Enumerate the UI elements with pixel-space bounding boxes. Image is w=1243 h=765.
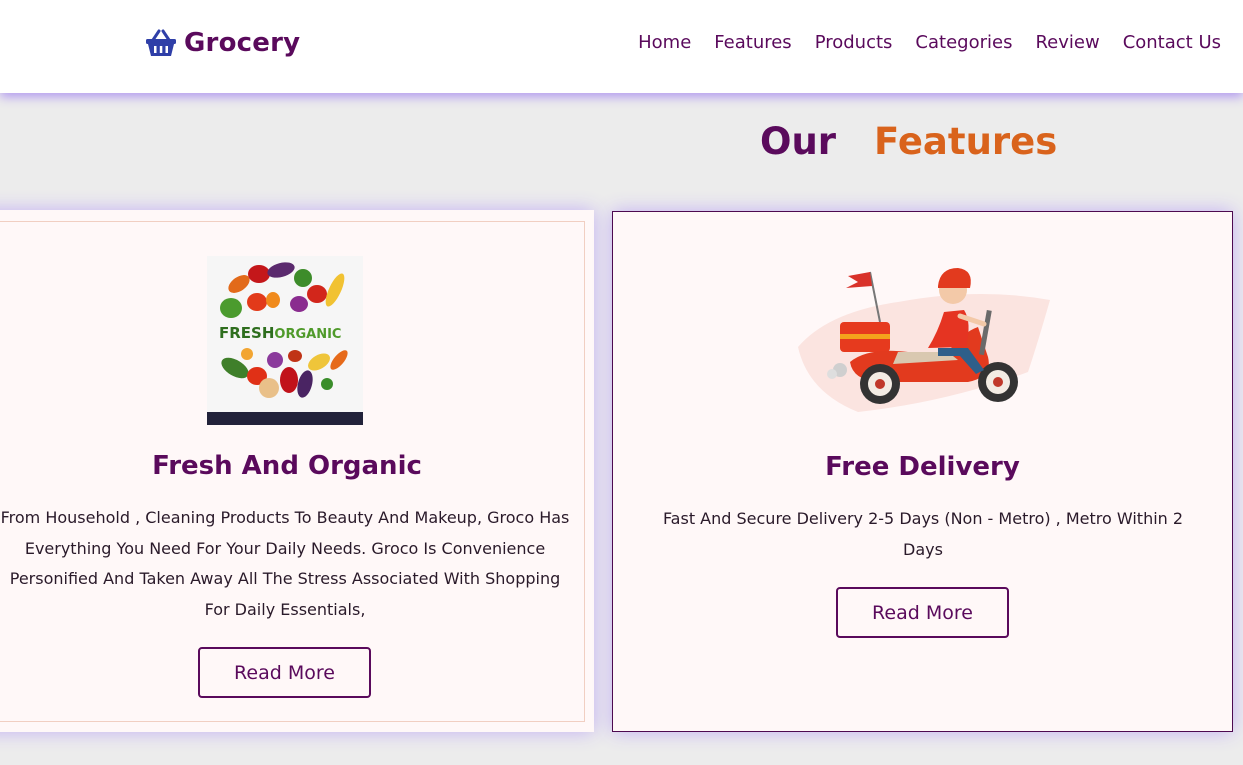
fresh-organic-vegetables-image: FRESHORGANIC (207, 256, 363, 425)
read-more-button[interactable]: Read More (198, 647, 371, 698)
nav-home[interactable]: Home (638, 32, 691, 53)
brand-logo[interactable]: Grocery (145, 28, 300, 58)
site-header: Grocery Home Features Products Categorie… (0, 0, 1243, 93)
card-title: Free Delivery (825, 452, 1020, 482)
feature-card-free-delivery: Free Delivery Fast And Secure Delivery 2… (612, 211, 1233, 732)
section-title-word-2: Features (874, 120, 1058, 163)
section-title: Our Features (760, 120, 1057, 163)
card-description: From Household , Cleaning Products To Be… (0, 508, 570, 619)
section-title-word-1: Our (760, 120, 837, 163)
card-title: Fresh And Organic (152, 451, 422, 481)
main-nav: Home Features Products Categories Review… (615, 32, 1221, 53)
nav-review[interactable]: Review (1035, 32, 1099, 53)
delivery-scooter-image (798, 268, 1050, 412)
nav-features[interactable]: Features (714, 32, 791, 53)
basket-icon (146, 29, 176, 56)
brand-name: Grocery (184, 28, 301, 58)
nav-products[interactable]: Products (815, 32, 893, 53)
read-more-button[interactable]: Read More (836, 587, 1009, 638)
nav-contact-us[interactable]: Contact Us (1123, 32, 1221, 53)
nav-categories[interactable]: Categories (915, 32, 1012, 53)
fresh-organic-image-text: FRESHORGANIC (219, 324, 341, 342)
card-description: Fast And Secure Delivery 2-5 Days (Non -… (662, 509, 1184, 559)
feature-card-fresh-organic: FRESHORGANIC Fresh And Organic From Hous… (0, 210, 594, 732)
